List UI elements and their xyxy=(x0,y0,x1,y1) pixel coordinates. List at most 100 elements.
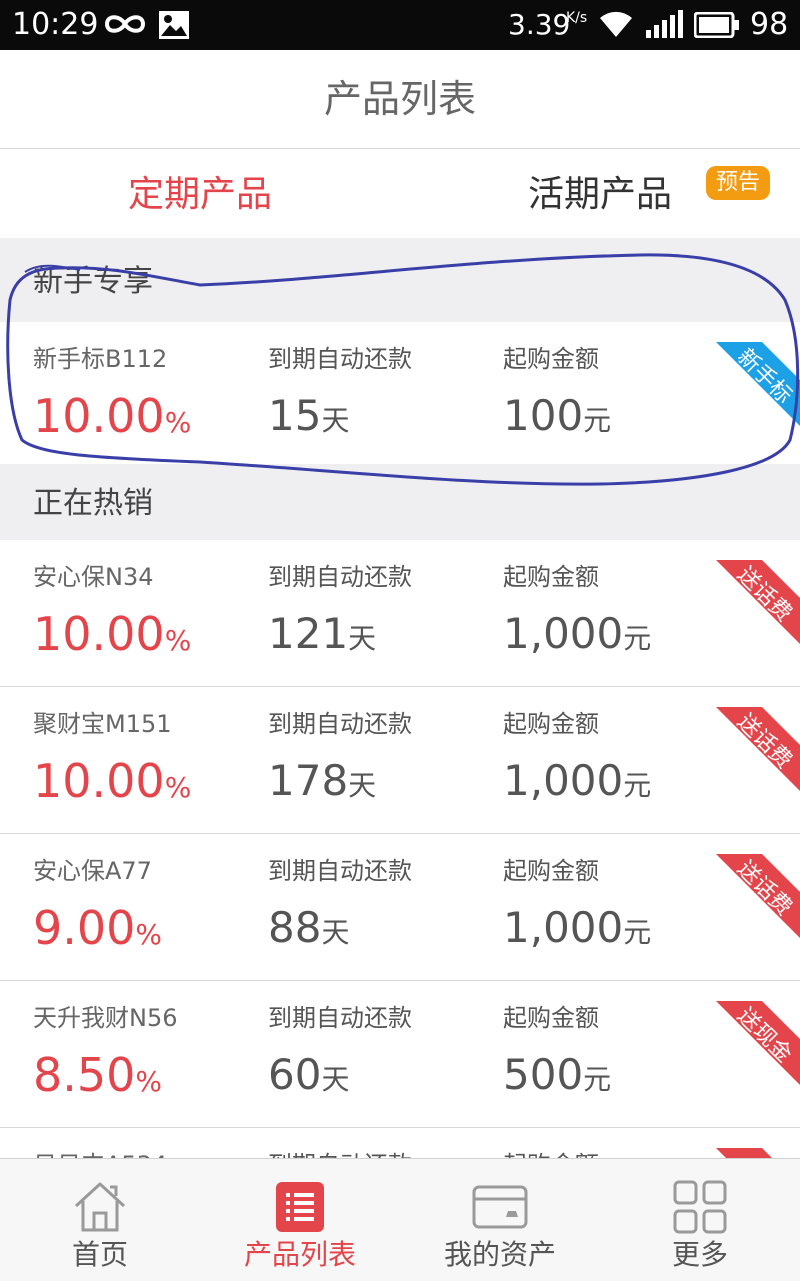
product-name: 安心保N34 xyxy=(33,563,154,591)
status-bar: 10:29 3.39 K/s 98 xyxy=(0,0,800,50)
min-amount-value: 100 xyxy=(503,391,584,440)
product-min-amount: 100元 xyxy=(503,388,611,444)
rate-unit: % xyxy=(164,406,192,439)
nav-item-home[interactable]: 首页 xyxy=(0,1159,200,1281)
product-card[interactable]: 天升我财N56 8.50% 到期自动还款 60天 起购金额 500元 送现金 xyxy=(0,981,800,1128)
preview-badge: 预告 xyxy=(706,166,770,200)
product-name: 日日丰A534 xyxy=(33,1150,167,1158)
section-header-hot: 正在热销 xyxy=(0,464,800,540)
product-min-amount: 1,000元 xyxy=(503,753,651,809)
nav-item-more[interactable]: 更多 xyxy=(600,1159,800,1281)
grid-icon xyxy=(672,1179,728,1235)
term-value: 88 xyxy=(268,903,322,952)
nav-item-my-assets[interactable]: 我的资产 xyxy=(400,1159,600,1281)
rate-value: 10.00 xyxy=(33,754,165,808)
min-amount-label: 起购金额 xyxy=(503,710,599,738)
corner-tag: 新手标 xyxy=(716,342,800,426)
corner-tag: 送话费 xyxy=(716,560,800,644)
product-min-amount: 1,000元 xyxy=(503,606,651,662)
min-amount-unit: 元 xyxy=(623,769,652,802)
corner-tag: 送现金 xyxy=(716,1001,800,1085)
wifi-icon xyxy=(598,9,634,43)
min-amount-label: 起购金额 xyxy=(503,1150,599,1158)
list-icon xyxy=(272,1179,328,1235)
product-rate: 9.00% xyxy=(33,900,162,956)
min-amount-unit: 元 xyxy=(623,622,652,655)
rate-value: 10.00 xyxy=(33,607,165,661)
term-label: 到期自动还款 xyxy=(268,1004,412,1032)
product-card[interactable]: 聚财宝M151 10.00% 到期自动还款 178天 起购金额 1,000元 送… xyxy=(0,687,800,834)
term-label: 到期自动还款 xyxy=(268,1150,412,1158)
product-min-amount: 1,000元 xyxy=(503,900,651,956)
product-card[interactable]: 日日丰A534 到期自动还款 起购金额 xyxy=(0,1128,800,1158)
product-term: 88天 xyxy=(268,900,349,956)
battery-icon xyxy=(693,11,740,42)
network-speed-unit: K/s xyxy=(566,10,588,26)
term-label: 到期自动还款 xyxy=(268,857,412,885)
corner-tag xyxy=(716,1148,800,1158)
bottom-nav: 首页 产品列表 我的资产 更多 xyxy=(0,1158,800,1281)
term-unit: 天 xyxy=(348,622,377,655)
nav-item-product-list[interactable]: 产品列表 xyxy=(200,1159,400,1281)
product-min-amount: 500元 xyxy=(503,1047,611,1103)
section-header-newbie: 新手专享 xyxy=(0,238,800,322)
min-amount-value: 1,000 xyxy=(503,609,624,658)
nav-label: 更多 xyxy=(671,1238,728,1271)
product-term: 121天 xyxy=(268,606,376,662)
term-unit: 天 xyxy=(321,1063,350,1096)
product-tabs: 定期产品 活期产品 xyxy=(0,149,800,245)
page-title: 产品列表 xyxy=(323,77,476,121)
term-value: 15 xyxy=(268,391,322,440)
term-label: 到期自动还款 xyxy=(268,345,412,373)
tab-fixed-products[interactable]: 定期产品 xyxy=(0,149,400,238)
home-icon xyxy=(72,1179,128,1235)
product-rate: 10.00% xyxy=(33,388,191,444)
card-icon xyxy=(472,1179,528,1235)
term-value: 178 xyxy=(268,756,349,805)
product-name: 新手标B112 xyxy=(33,345,168,373)
min-amount-label: 起购金额 xyxy=(503,563,599,591)
signal-icon xyxy=(646,10,684,42)
term-unit: 天 xyxy=(348,769,377,802)
rate-unit: % xyxy=(135,1065,163,1098)
product-rate: 8.50% xyxy=(33,1047,162,1103)
min-amount-label: 起购金额 xyxy=(503,1004,599,1032)
min-amount-value: 1,000 xyxy=(503,756,624,805)
term-label: 到期自动还款 xyxy=(268,563,412,591)
min-amount-unit: 元 xyxy=(583,404,612,437)
min-amount-label: 起购金额 xyxy=(503,345,599,373)
nav-label: 首页 xyxy=(71,1238,128,1271)
nav-label: 产品列表 xyxy=(243,1238,356,1271)
rate-value: 8.50 xyxy=(33,1048,136,1102)
term-label: 到期自动还款 xyxy=(268,710,412,738)
product-card[interactable]: 新手标B112 10.00% 到期自动还款 15天 起购金额 100元 新手标 xyxy=(0,322,800,464)
term-value: 121 xyxy=(268,609,349,658)
min-amount-unit: 元 xyxy=(623,916,652,949)
product-name: 天升我财N56 xyxy=(33,1004,178,1032)
rate-value: 9.00 xyxy=(33,901,136,955)
rate-unit: % xyxy=(135,918,163,951)
min-amount-unit: 元 xyxy=(583,1063,612,1096)
nav-label: 我的资产 xyxy=(443,1238,556,1271)
product-rate: 10.00% xyxy=(33,753,191,809)
corner-tag: 送话费 xyxy=(716,707,800,791)
term-value: 60 xyxy=(268,1050,322,1099)
min-amount-value: 500 xyxy=(503,1050,584,1099)
product-card[interactable]: 安心保N34 10.00% 到期自动还款 121天 起购金额 1,000元 送话… xyxy=(0,540,800,687)
battery-percent: 98 xyxy=(750,7,789,42)
product-name: 安心保A77 xyxy=(33,857,152,885)
min-amount-value: 1,000 xyxy=(503,903,624,952)
min-amount-label: 起购金额 xyxy=(503,857,599,885)
image-icon xyxy=(158,10,190,44)
corner-tag: 送话费 xyxy=(716,854,800,938)
app-header: 产品列表 xyxy=(0,50,800,149)
product-term: 15天 xyxy=(268,388,349,444)
section-title: 新手专享 xyxy=(33,264,153,299)
tab-label: 定期产品 xyxy=(127,174,272,215)
product-card[interactable]: 安心保A77 9.00% 到期自动还款 88天 起购金额 1,000元 送话费 xyxy=(0,834,800,981)
product-term: 178天 xyxy=(268,753,376,809)
infinity-icon xyxy=(104,12,146,40)
network-speed: 3.39 xyxy=(508,8,571,41)
rate-unit: % xyxy=(164,624,192,657)
status-time: 10:29 xyxy=(12,7,99,42)
